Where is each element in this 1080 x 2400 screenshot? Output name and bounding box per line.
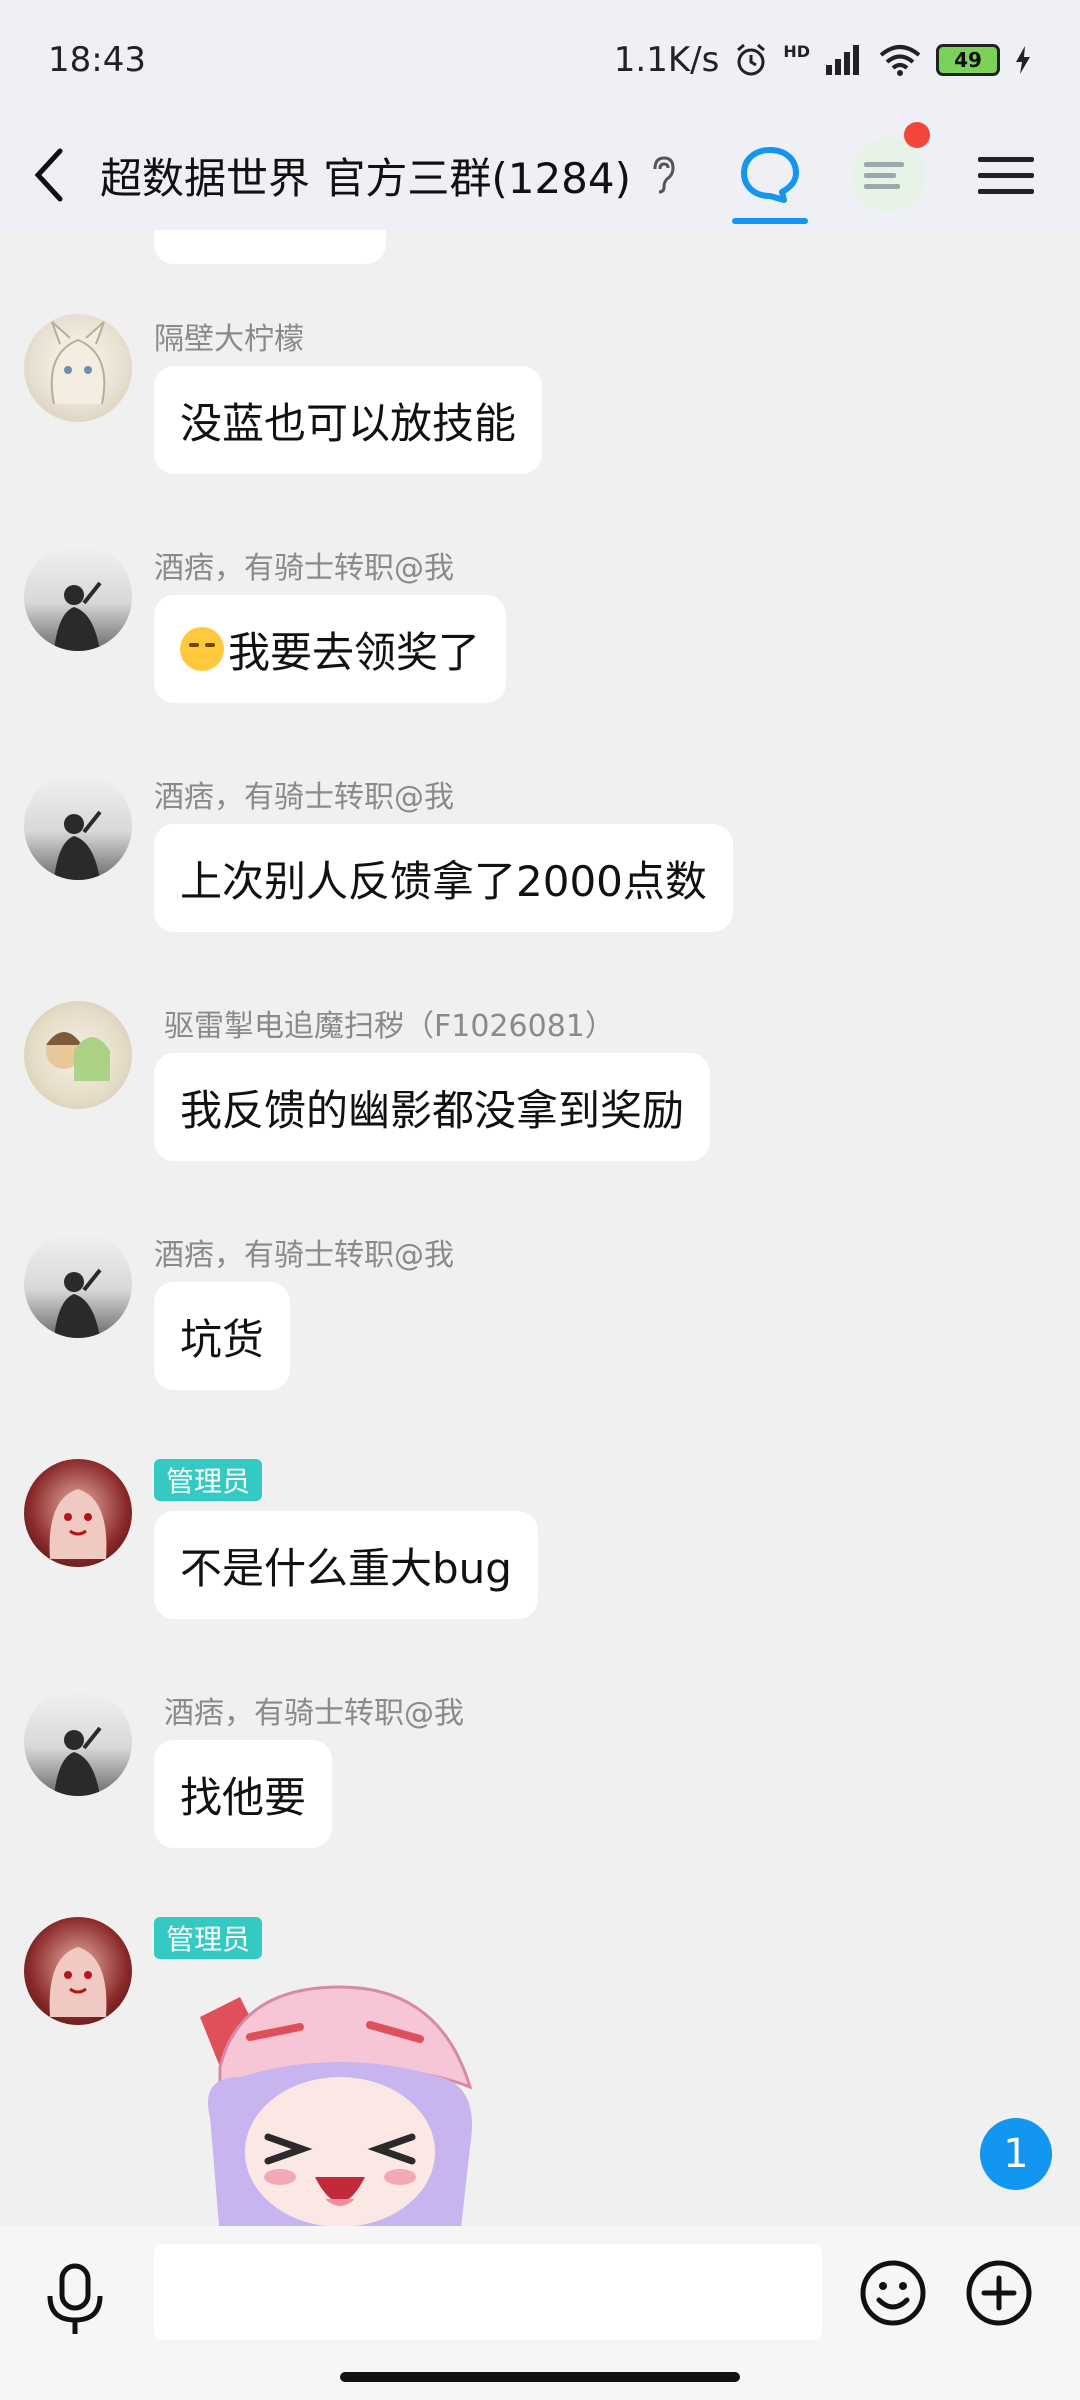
avatar[interactable] bbox=[24, 1459, 132, 1567]
message-text: 没蓝也可以放技能 bbox=[180, 398, 517, 448]
message-bubble[interactable]: 我反馈的幽影都没拿到奖励 bbox=[154, 1053, 711, 1161]
back-button[interactable] bbox=[0, 120, 100, 230]
plus-icon[interactable] bbox=[964, 2258, 1034, 2328]
signal-icon bbox=[826, 45, 859, 75]
message-text: 坑货 bbox=[180, 1314, 265, 1364]
smirk-emoji-icon bbox=[180, 627, 224, 671]
charging-bolt-icon bbox=[1016, 46, 1030, 74]
message-bubble-partial[interactable] bbox=[154, 230, 386, 264]
sender-name[interactable]: 隔壁大柠檬 bbox=[154, 314, 304, 358]
chibi-girl-sticker[interactable] bbox=[180, 1977, 500, 2226]
red-anime-avatar-icon bbox=[49, 1489, 107, 1559]
avatar[interactable] bbox=[24, 1230, 132, 1338]
menu-button[interactable] bbox=[978, 120, 1034, 230]
wifi-icon bbox=[879, 45, 921, 76]
menu-line bbox=[978, 156, 1034, 162]
message-input[interactable] bbox=[154, 2244, 822, 2340]
group-members-avatar[interactable] bbox=[852, 138, 926, 212]
message-text: 上次别人反馈拿了2000点数 bbox=[180, 856, 707, 906]
message-bubble[interactable]: 没蓝也可以放技能 bbox=[154, 366, 543, 474]
message-bubble[interactable]: 上次别人反馈拿了2000点数 bbox=[154, 824, 733, 932]
silhouette-avatar-icon bbox=[54, 581, 102, 651]
status-time: 18:43 bbox=[48, 40, 146, 80]
anime-girl-avatar-icon bbox=[50, 321, 106, 405]
silhouette-avatar-icon bbox=[54, 810, 102, 880]
sender-name[interactable]: 酒痞，有骑士转职@我 bbox=[154, 772, 454, 816]
sender-name[interactable]: 酒痞，有骑士转职@我 bbox=[154, 1230, 454, 1274]
message-bubble[interactable]: 坑货 bbox=[154, 1282, 291, 1390]
home-indicator[interactable] bbox=[340, 2372, 740, 2382]
silhouette-avatar-icon bbox=[54, 1268, 102, 1338]
hd-label: HD bbox=[783, 42, 810, 61]
alarm-icon bbox=[737, 43, 766, 76]
chat-bubble-icon bbox=[741, 147, 799, 203]
message-text: 不是什么重大bug bbox=[180, 1543, 512, 1593]
message-bubble[interactable]: 找他要 bbox=[154, 1740, 333, 1848]
network-speed: 1.1K/s bbox=[613, 40, 720, 80]
back-arrow-icon bbox=[34, 148, 63, 202]
microphone-icon[interactable] bbox=[40, 2262, 110, 2338]
unread-count-badge[interactable]: 1 bbox=[980, 2118, 1052, 2190]
emoji-icon[interactable] bbox=[858, 2258, 928, 2328]
sender-name[interactable]: 驱雷掣电追魔扫秽（F1026081） bbox=[164, 1001, 615, 1045]
message-bubble[interactable]: 我要去领奖了 bbox=[154, 595, 507, 703]
anime-pair-avatar-icon bbox=[46, 1032, 110, 1081]
ear-icon[interactable] bbox=[649, 155, 679, 195]
message-bubble[interactable]: 不是什么重大bug bbox=[154, 1511, 538, 1619]
admin-badge: 管理员 bbox=[154, 1459, 263, 1501]
group-title[interactable]: 超数据世界 官方三群(1284) bbox=[100, 145, 631, 206]
silhouette-avatar-icon bbox=[54, 1726, 102, 1796]
menu-line bbox=[978, 172, 1034, 178]
avatar[interactable] bbox=[24, 314, 132, 422]
sender-name[interactable]: 酒痞，有骑士转职@我 bbox=[154, 543, 454, 587]
avatar[interactable] bbox=[24, 1917, 132, 2025]
message-text: 我要去领奖了 bbox=[228, 627, 481, 677]
sender-name[interactable]: 酒痞，有骑士转职@我 bbox=[164, 1688, 464, 1732]
avatar[interactable] bbox=[24, 543, 132, 651]
avatar[interactable] bbox=[24, 1001, 132, 1109]
admin-badge: 管理员 bbox=[154, 1917, 263, 1959]
avatar[interactable] bbox=[24, 772, 132, 880]
red-anime-avatar-icon bbox=[49, 1947, 107, 2017]
battery-icon: 49 bbox=[936, 44, 1000, 76]
notification-dot bbox=[904, 122, 930, 148]
menu-line bbox=[978, 188, 1034, 194]
status-icons: 1.1K/s HD 49 bbox=[614, 40, 1032, 80]
status-bar: 18:43 1.1K/s HD 49 bbox=[0, 0, 1080, 120]
chat-tab[interactable] bbox=[732, 120, 808, 230]
message-text: 找他要 bbox=[180, 1772, 307, 1822]
message-text: 我反馈的幽影都没拿到奖励 bbox=[180, 1085, 685, 1135]
avatar[interactable] bbox=[24, 1688, 132, 1796]
message-list[interactable]: 隔壁大柠檬 没蓝也可以放技能 酒痞，有骑士转职@我 我要去领奖了 酒痞，有骑士转… bbox=[0, 230, 1080, 2226]
